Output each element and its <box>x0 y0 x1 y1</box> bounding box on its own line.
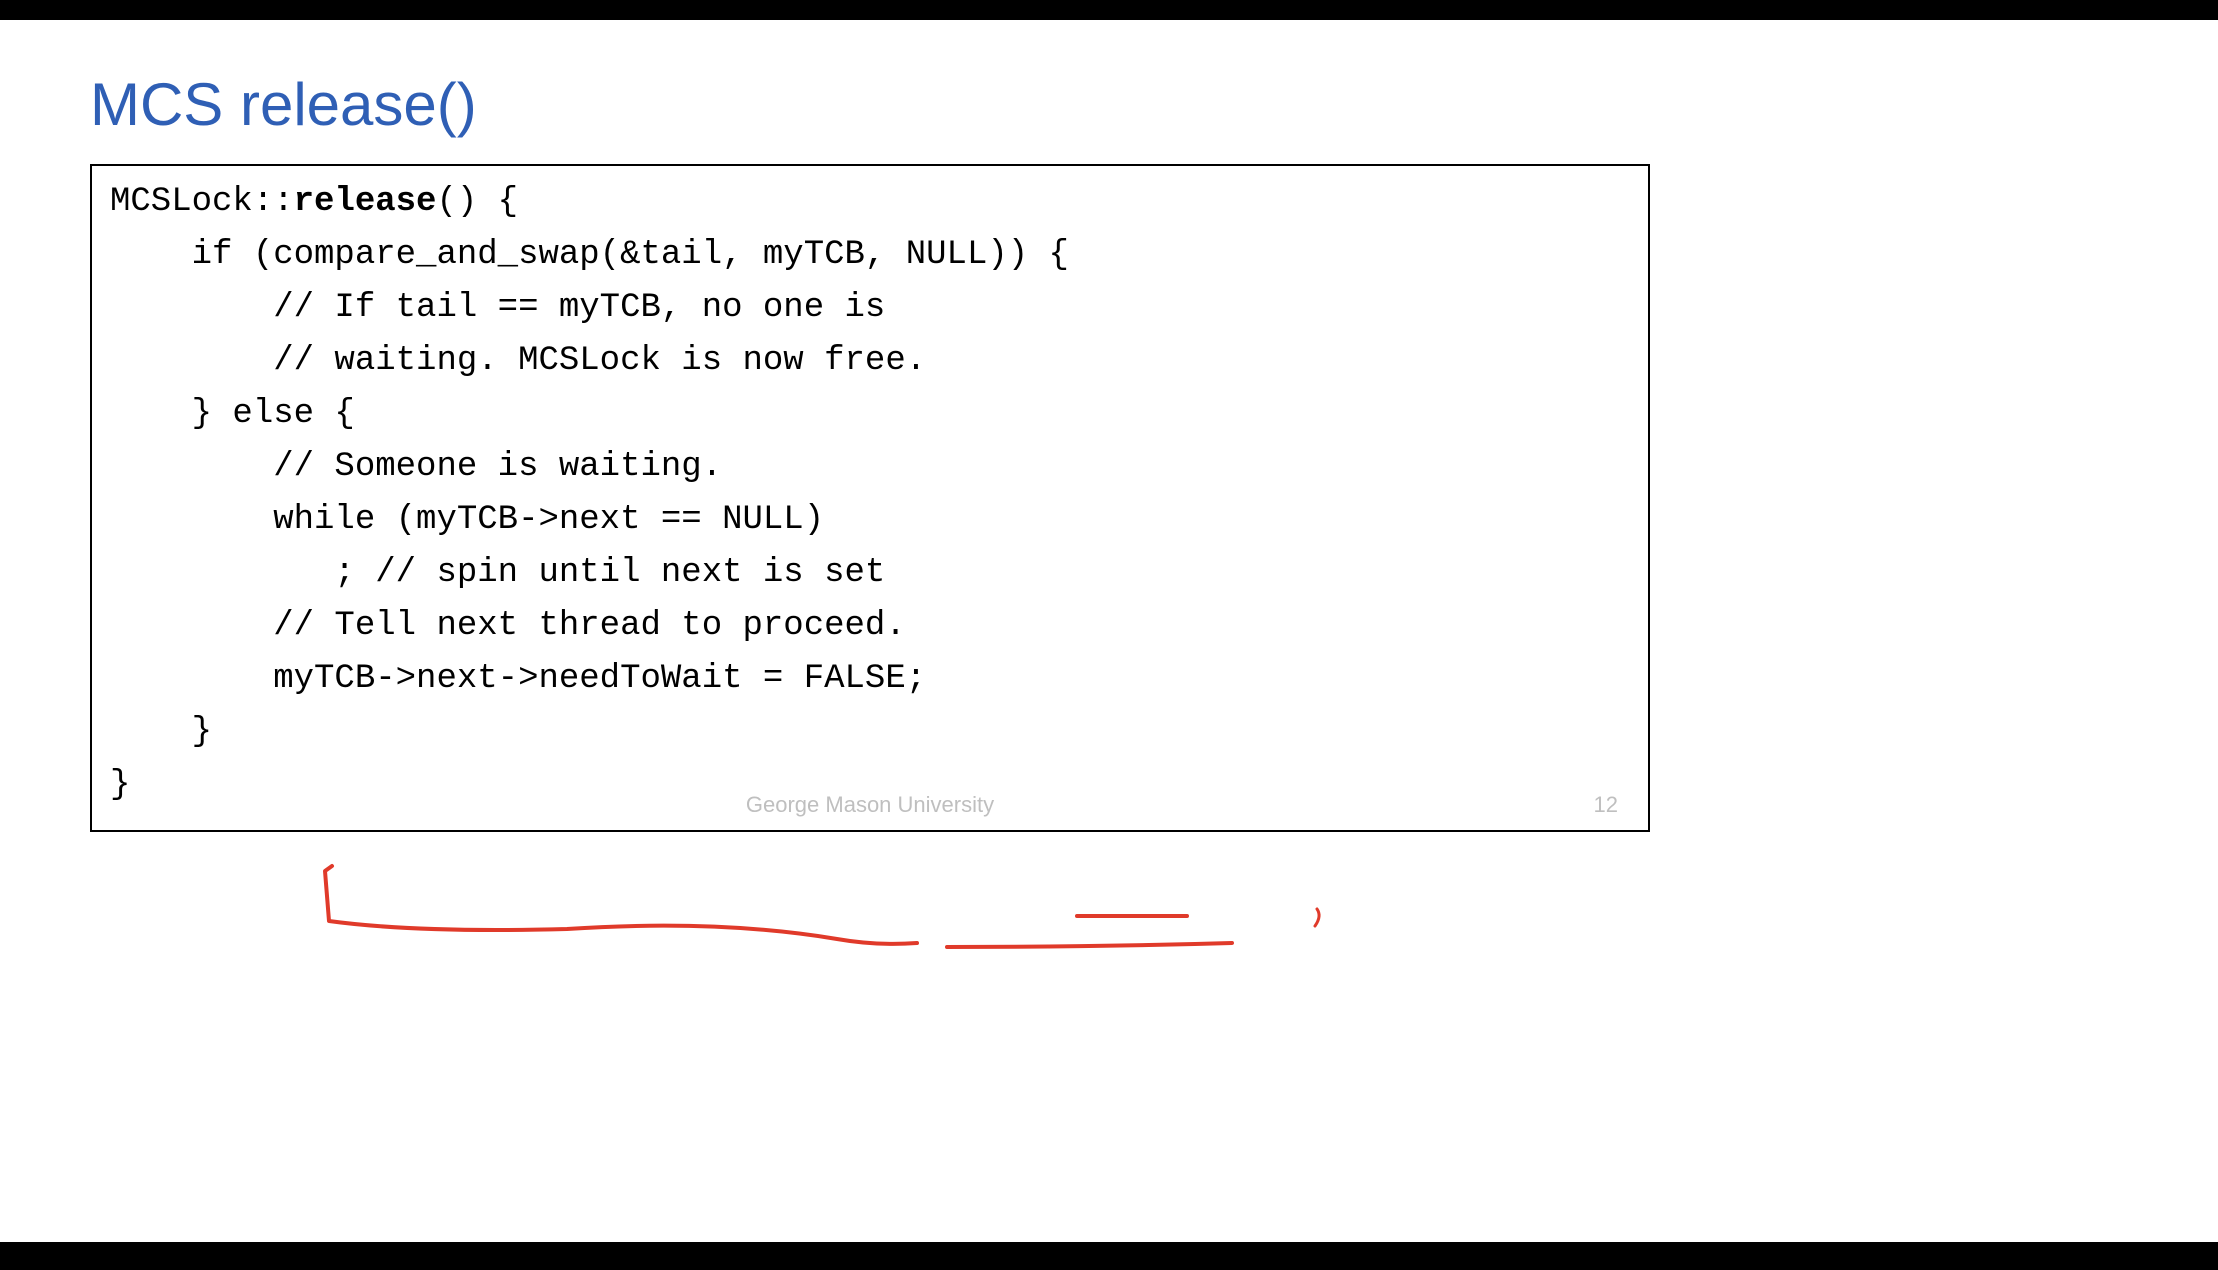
code-content: MCSLock::release() { if (compare_and_swa… <box>110 176 1630 812</box>
code-line-1: MCSLock::release() { <box>110 183 518 221</box>
slide-number: 12 <box>1594 792 1618 818</box>
hand-drawn-annotation <box>317 861 1417 971</box>
code-box: MCSLock::release() { if (compare_and_swa… <box>90 164 1650 832</box>
code-line-4: // waiting. MCSLock is now free. <box>110 342 926 380</box>
code-line-11: } <box>110 713 212 751</box>
code-line-5: } else { <box>110 395 355 433</box>
code-line-7: while (myTCB->next == NULL) <box>110 501 824 539</box>
code-line-3: // If tail == myTCB, no one is <box>110 289 885 327</box>
letterbox-top <box>0 0 2218 20</box>
letterbox-bottom <box>0 1242 2218 1270</box>
code-line-6: // Someone is waiting. <box>110 448 722 486</box>
code-line-8: ; // spin until next is set <box>110 554 885 592</box>
footer-university: George Mason University <box>92 792 1648 818</box>
slide: MCS release() MCSLock::release() { if (c… <box>10 20 2208 1242</box>
slide-title: MCS release() <box>90 70 2128 139</box>
code-line-10: myTCB->next->needToWait = FALSE; <box>110 660 926 698</box>
code-line-2: if (compare_and_swap(&tail, myTCB, NULL)… <box>110 236 1069 274</box>
code-line-9: // Tell next thread to proceed. <box>110 607 906 645</box>
